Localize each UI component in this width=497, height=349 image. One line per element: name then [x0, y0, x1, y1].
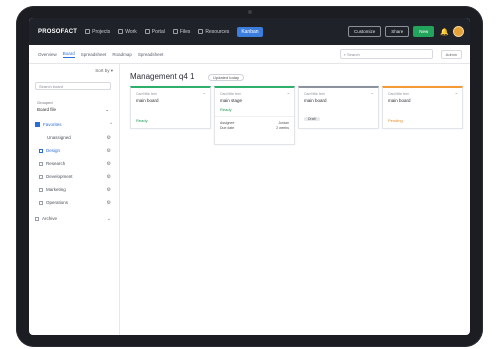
checkbox-icon — [39, 187, 43, 192]
board-card[interactable]: Card title text ⌄ main board Pending — [382, 86, 463, 129]
card-header: Card title text — [304, 92, 325, 96]
briefcase-icon — [118, 29, 124, 34]
card-meta: Assignee Jordan Due date 2 weeks — [220, 121, 289, 130]
search-input[interactable]: ⌕ Search — [339, 49, 433, 59]
sidebar-search-input[interactable]: Search board — [35, 82, 111, 90]
tab-roadmap[interactable]: Roadmap — [112, 52, 132, 57]
new-button[interactable]: New — [413, 26, 435, 37]
gear-icon[interactable]: ⚙ — [107, 174, 111, 180]
sort-toggle[interactable]: Sort by ▾ — [95, 68, 113, 74]
checkbox-icon — [39, 161, 43, 166]
card-title: main stage — [220, 98, 243, 103]
sidebar-item-research[interactable]: Research ⚙ — [39, 159, 111, 168]
more-icon[interactable]: ⌄ — [287, 90, 290, 95]
card-divider — [215, 116, 294, 117]
sidebar-item-marketing[interactable]: Marketing ⚙ — [39, 185, 111, 194]
portal-icon — [144, 29, 150, 34]
bell-icon[interactable]: 🔔 — [440, 28, 449, 36]
tab-board[interactable]: Board — [62, 51, 75, 58]
board-card[interactable]: Card title text ⌄ main stage Ready Assig… — [214, 86, 295, 145]
sidebar-item-operations[interactable]: Operations ⚙ — [39, 198, 111, 207]
camera-dot — [248, 10, 252, 14]
sidebar-item-unassigned[interactable]: Unassigned ⚙ — [47, 133, 111, 142]
app-screen: PROSOFACT Projects Work Portal Files Res… — [29, 18, 470, 335]
card-header: Card title text — [136, 92, 157, 96]
nav-item-portal[interactable]: Portal — [144, 27, 165, 37]
card-title: main board — [388, 98, 411, 103]
card-header: Card title text — [220, 92, 241, 96]
more-icon[interactable]: ⌄ — [371, 90, 374, 95]
top-nav: PROSOFACT Projects Work Portal Files Res… — [29, 18, 470, 45]
tab-spreadsheet-2[interactable]: Spreadsheet — [138, 52, 164, 57]
checkbox-icon — [39, 200, 43, 205]
sidebar-item-development[interactable]: Development ⚙ — [39, 172, 111, 181]
group-select[interactable]: Board file ⌄ — [37, 107, 109, 113]
tab-overview[interactable]: Overview — [38, 52, 57, 57]
people-icon — [198, 29, 204, 34]
checkbox-icon — [35, 216, 39, 221]
board-main: Management q4 1 Updated today Card title… — [120, 64, 470, 335]
card-status: Pending — [388, 118, 403, 123]
chevron-down-icon: ⌄ — [105, 107, 109, 112]
gear-icon[interactable]: ⚙ — [107, 148, 111, 154]
app-logo[interactable]: PROSOFACT — [38, 29, 77, 35]
checkbox-icon — [39, 174, 43, 179]
card-status: Ready — [220, 107, 232, 112]
tab-spreadsheet[interactable]: Spreadsheet — [81, 52, 107, 57]
nav-items: Projects Work Portal Files Resources Kan… — [85, 26, 270, 37]
card-title: main board — [304, 98, 327, 103]
user-chip[interactable]: Admin — [440, 49, 462, 59]
share-button[interactable]: Share — [385, 26, 410, 37]
card-tag: Draft — [304, 117, 320, 121]
folder-icon — [172, 29, 178, 34]
customize-button[interactable]: Customize — [347, 26, 382, 37]
nav-right: Customize Share New 🔔 — [344, 26, 464, 37]
gear-icon[interactable]: ⚙ — [107, 187, 111, 193]
avatar[interactable] — [453, 26, 464, 37]
nav-item-files[interactable]: Files — [172, 27, 190, 37]
card-status: Ready — [136, 118, 148, 123]
chevron-up-icon: ⌃ — [109, 121, 113, 127]
sidebar-item-archive[interactable]: Archive ⌄ — [35, 214, 111, 223]
board-card[interactable]: Card title text ⌄ main board Draft — [298, 86, 379, 129]
more-icon[interactable]: ⌄ — [455, 90, 458, 95]
board-card[interactable]: Card title text ⌄ main board Ready — [130, 86, 211, 129]
gear-icon[interactable]: ⚙ — [107, 200, 111, 206]
view-tabs: Overview Board Spreadsheet Roadmap Sprea… — [29, 45, 470, 64]
tablet-frame: PROSOFACT Projects Work Portal Files Res… — [16, 6, 483, 347]
chevron-down-icon: ⌄ — [106, 215, 111, 222]
card-header: Card title text — [388, 92, 409, 96]
folder-icon — [35, 122, 40, 127]
group-label: Grouped — [37, 100, 53, 105]
card-title: main board — [136, 98, 159, 103]
nav-item-kanban[interactable]: Kanban — [237, 26, 263, 37]
status-badge[interactable]: Updated today — [208, 74, 245, 81]
sidebar-item-design[interactable]: Design ⚙ — [39, 146, 111, 155]
nav-item-projects[interactable]: Projects — [85, 27, 110, 37]
more-icon[interactable]: ⌄ — [203, 90, 206, 95]
nav-item-work[interactable]: Work — [118, 27, 137, 37]
sidebar-section-favorites[interactable]: Favorites ⌃ — [35, 120, 113, 129]
grid-icon — [85, 29, 91, 34]
sidebar: Sort by ▾ Search board Grouped Board fil… — [29, 64, 120, 335]
device-bottom-bar — [264, 341, 294, 344]
nav-item-resources[interactable]: Resources — [198, 27, 229, 37]
page-title: Management q4 1 — [130, 72, 195, 81]
gear-icon[interactable]: ⚙ — [107, 161, 111, 167]
gear-icon[interactable]: ⚙ — [107, 135, 111, 141]
checkbox-icon — [39, 148, 43, 153]
